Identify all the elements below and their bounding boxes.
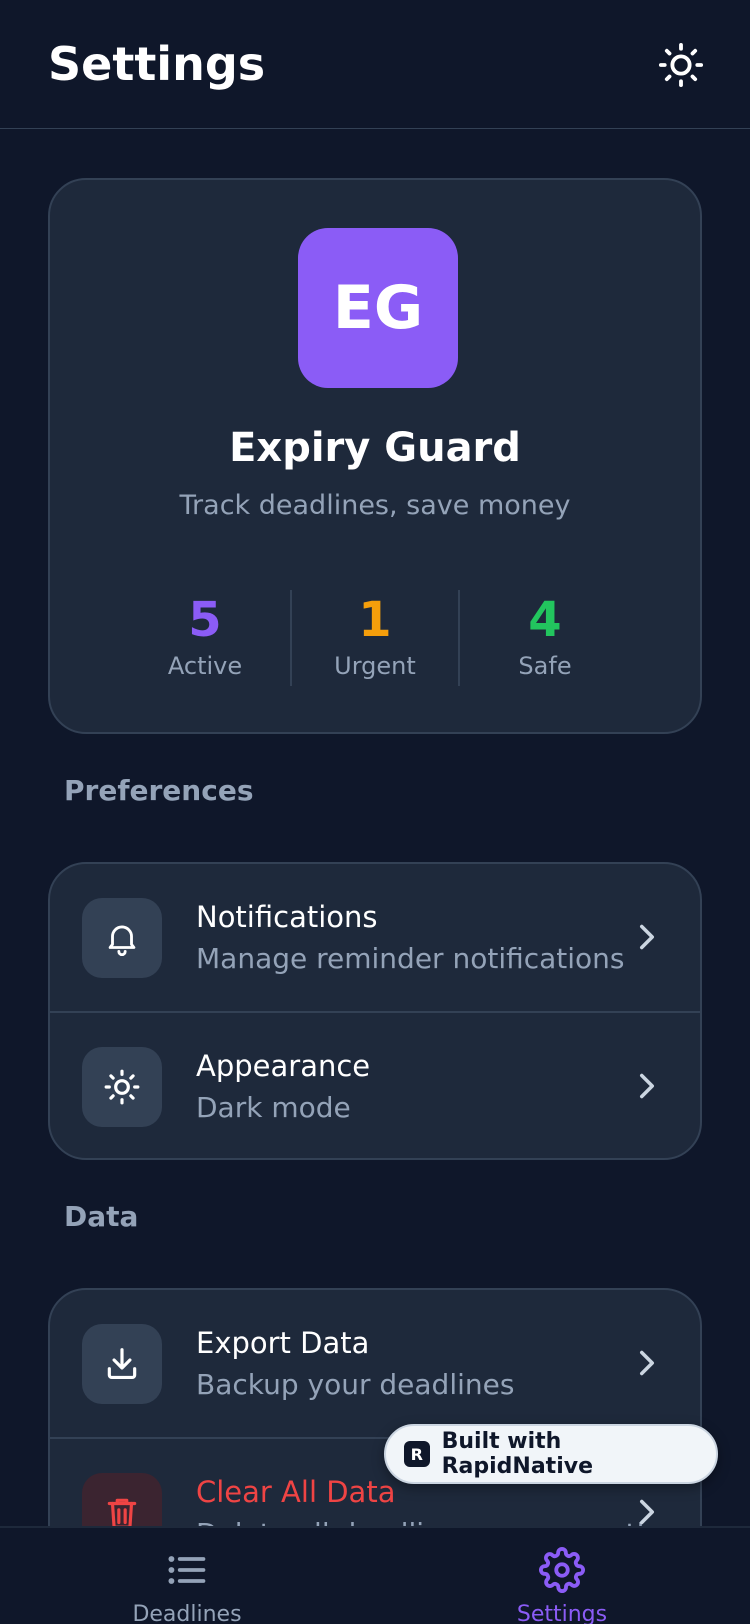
item-title: Export Data	[196, 1326, 370, 1360]
notifications-icon-box	[82, 898, 162, 978]
list-icon	[87, 1546, 287, 1594]
rapidnative-logo-icon: R	[404, 1441, 430, 1467]
preferences-card: Notifications Manage reminder notificati…	[48, 862, 702, 1160]
appearance-item[interactable]: Appearance Dark mode	[50, 1011, 700, 1158]
data-heading: Data	[64, 1200, 139, 1233]
app-tagline: Track deadlines, save money	[179, 490, 571, 521]
item-title: Appearance	[196, 1049, 371, 1083]
tab-deadlines[interactable]: Deadlines	[87, 1546, 287, 1624]
sun-icon	[104, 1069, 140, 1105]
stat-label: Active	[167, 652, 243, 680]
item-title: Notifications	[196, 900, 378, 934]
stats-row: 5 Active 1 Urgent 4 Safe	[50, 590, 700, 686]
chevron-right-icon	[632, 1497, 662, 1527]
stat-label: Safe	[518, 652, 572, 680]
gear-icon	[462, 1546, 662, 1594]
stat-label: Urgent	[334, 652, 416, 680]
bottom-tab-bar: Deadlines Settings	[0, 1526, 750, 1624]
app-avatar: EG	[298, 228, 458, 388]
appearance-icon-box	[82, 1047, 162, 1127]
export-data-item[interactable]: Export Data Backup your deadlines	[50, 1290, 700, 1437]
stat-value: 4	[528, 592, 562, 648]
profile-card: EG Expiry Guard Track deadlines, save mo…	[48, 178, 702, 734]
theme-toggle-button[interactable]	[658, 42, 704, 88]
chevron-right-icon	[632, 1071, 662, 1101]
sun-icon	[658, 42, 704, 88]
bell-icon	[108, 925, 136, 956]
stat-urgent: 1 Urgent	[290, 590, 460, 686]
stat-value: 1	[358, 592, 392, 648]
stat-safe: 4 Safe	[460, 590, 630, 686]
item-subtitle: Backup your deadlines	[196, 1368, 515, 1401]
app-name: Expiry Guard	[229, 425, 521, 471]
item-subtitle: Manage reminder notifications	[196, 942, 625, 975]
download-icon	[107, 1348, 137, 1380]
tab-label: Settings	[516, 1602, 608, 1624]
header: Settings	[0, 0, 750, 129]
notifications-item[interactable]: Notifications Manage reminder notificati…	[50, 864, 700, 1011]
chevron-right-icon	[632, 1348, 662, 1378]
stat-active: 5 Active	[120, 590, 290, 686]
item-title: Clear All Data	[196, 1475, 396, 1509]
badge-text: Built with RapidNative	[441, 1429, 593, 1479]
page-title: Settings	[48, 37, 266, 91]
export-icon-box	[82, 1324, 162, 1404]
preferences-heading: Preferences	[64, 774, 254, 807]
item-subtitle: Dark mode	[196, 1091, 351, 1124]
chevron-right-icon	[632, 922, 662, 952]
stat-value: 5	[188, 592, 222, 648]
built-with-badge[interactable]: R Built with RapidNative	[384, 1424, 718, 1484]
tab-label: Deadlines	[132, 1602, 242, 1624]
tab-settings[interactable]: Settings	[462, 1546, 662, 1624]
settings-screen: Settings EG Expiry Guard Track deadlines…	[0, 0, 750, 1624]
